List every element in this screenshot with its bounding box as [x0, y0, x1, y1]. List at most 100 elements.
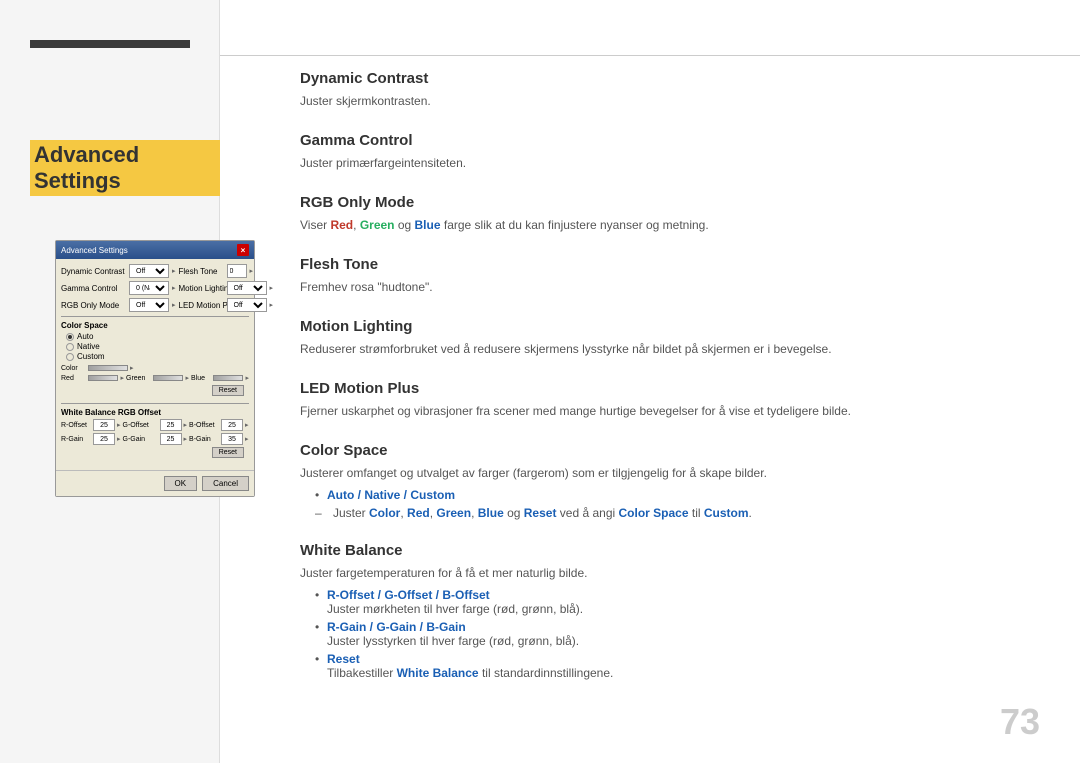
- wb-reset-button[interactable]: Reset: [212, 447, 244, 458]
- r-gain-input[interactable]: [93, 433, 115, 445]
- rgb-green-highlight: Green: [360, 218, 395, 232]
- led-motion-plus-select[interactable]: Off: [227, 298, 267, 312]
- b-offset-input[interactable]: [221, 419, 243, 431]
- radio-auto[interactable]: Auto: [66, 332, 249, 341]
- color-sliders: Color ▸ Red ▸ Green ▸ Blue ▸: [61, 364, 249, 382]
- color-space-desc: Justerer omfanget og utvalget av farger …: [300, 464, 1050, 482]
- b-offset-label: B-Offset: [189, 422, 219, 429]
- g-offset-input[interactable]: [160, 419, 182, 431]
- r-gain-arrow[interactable]: ▸: [117, 435, 121, 443]
- dialog-divider-2: [61, 403, 249, 404]
- radio-custom-label: Custom: [77, 352, 105, 361]
- flesh-tone-arrow[interactable]: ▸: [250, 267, 254, 275]
- blue-highlight-2: Blue: [478, 506, 504, 520]
- dynamic-contrast-arrow[interactable]: ▸: [172, 267, 176, 275]
- dynamic-contrast-label: Dynamic Contrast: [61, 267, 126, 276]
- rgb-only-mode-select[interactable]: Off: [129, 298, 169, 312]
- color-space-sub-bullets: Juster Color, Red, Green, Blue og Reset …: [315, 506, 1050, 520]
- ok-button[interactable]: OK: [164, 476, 198, 491]
- radio-native-label: Native: [77, 342, 100, 351]
- gamma-control-label: Gamma Control: [61, 284, 126, 293]
- gamma-control-heading: Gamma Control: [300, 132, 1050, 149]
- custom-highlight: Custom: [704, 506, 749, 520]
- g-offset-arrow[interactable]: ▸: [184, 421, 188, 429]
- flesh-tone-input[interactable]: [227, 264, 247, 278]
- g-gain-label: G-Gain: [123, 436, 158, 443]
- main-content: Dynamic Contrast Juster skjermkontrasten…: [300, 0, 1050, 702]
- color-space-reset-button[interactable]: Reset: [212, 385, 244, 396]
- color-slider-arrow[interactable]: ▸: [130, 364, 134, 372]
- green-slider-arrow[interactable]: ▸: [185, 374, 189, 382]
- green-slider-track[interactable]: [153, 375, 183, 381]
- flesh-tone-label: Flesh Tone: [179, 267, 224, 276]
- rgb-red-highlight: Red: [330, 218, 353, 232]
- green-label: Green: [126, 375, 151, 382]
- dialog-title: Advanced Settings: [61, 246, 128, 255]
- wb-reset-highlight: Reset: [327, 652, 360, 666]
- rgb-blue-highlight: Blue: [415, 218, 441, 232]
- motion-lighting-arrow[interactable]: ▸: [270, 284, 274, 292]
- wb-gain-desc: Juster lysstyrken til hver farge (rød, g…: [327, 634, 579, 648]
- flesh-tone-heading: Flesh Tone: [300, 256, 1050, 273]
- gamma-control-desc: Juster primærfargeintensiteten.: [300, 154, 1050, 172]
- section-flesh-tone: Flesh Tone Fremhev rosa "hudtone".: [300, 256, 1050, 296]
- b-gain-input[interactable]: [221, 433, 243, 445]
- motion-lighting-select[interactable]: Off: [227, 281, 267, 295]
- radio-custom[interactable]: Custom: [66, 352, 249, 361]
- wb-bullet-reset: Reset Tilbakestiller White Balance til s…: [315, 652, 1050, 680]
- rgb-only-mode-arrow[interactable]: ▸: [172, 301, 176, 309]
- radio-native-dot: [66, 343, 74, 351]
- left-panel: Advanced Settings Advanced Settings × Dy…: [0, 0, 220, 763]
- r-gain-highlight: R-Gain / G-Gain / B-Gain: [327, 620, 466, 634]
- radio-native[interactable]: Native: [66, 342, 249, 351]
- r-offset-input[interactable]: [93, 419, 115, 431]
- section-dynamic-contrast: Dynamic Contrast Juster skjermkontrasten…: [300, 70, 1050, 110]
- flesh-tone-desc: Fremhev rosa "hudtone".: [300, 278, 1050, 296]
- led-motion-plus-arrow[interactable]: ▸: [270, 301, 274, 309]
- white-balance-bullets: R-Offset / G-Offset / B-Offset Juster mø…: [315, 588, 1050, 680]
- color-space-radio-group: Auto Native Custom: [66, 332, 249, 361]
- dialog-close-button[interactable]: ×: [237, 244, 249, 256]
- motion-lighting-heading: Motion Lighting: [300, 318, 1050, 335]
- dynamic-contrast-select[interactable]: Off: [129, 264, 169, 278]
- color-space-highlight: Color Space: [619, 506, 689, 520]
- auto-native-custom-highlight: Auto / Native / Custom: [327, 488, 455, 502]
- section-gamma-control: Gamma Control Juster primærfargeintensit…: [300, 132, 1050, 172]
- radio-custom-dot: [66, 353, 74, 361]
- g-gain-input[interactable]: [160, 433, 182, 445]
- g-offset-label: G-Offset: [123, 422, 158, 429]
- r-offset-arrow[interactable]: ▸: [117, 421, 121, 429]
- red-slider-track[interactable]: [88, 375, 118, 381]
- radio-auto-label: Auto: [77, 332, 93, 341]
- dialog-row-2: Gamma Control 0 (Natural) ▸ Motion Light…: [61, 281, 249, 295]
- led-motion-plus-desc: Fjerner uskarphet og vibrasjoner fra sce…: [300, 402, 1050, 420]
- rgb-only-mode-desc: Viser Red, Green og Blue farge slik at d…: [300, 216, 1050, 234]
- dialog-screenshot: Advanced Settings × Dynamic Contrast Off…: [55, 240, 255, 497]
- blue-slider-arrow[interactable]: ▸: [245, 374, 249, 382]
- gamma-control-arrow[interactable]: ▸: [172, 284, 176, 292]
- blue-label: Blue: [191, 375, 211, 382]
- left-content: Advanced Settings Advanced Settings × Dy…: [30, 90, 220, 216]
- led-motion-plus-label: LED Motion Plus: [179, 301, 224, 310]
- section-motion-lighting: Motion Lighting Reduserer strømforbruket…: [300, 318, 1050, 358]
- wb-gain-row-1: R-Gain ▸ G-Gain ▸ B-Gain ▸: [61, 433, 249, 445]
- page-number: 73: [1000, 701, 1040, 743]
- dialog-row-1: Dynamic Contrast Off ▸ Flesh Tone ▸: [61, 264, 249, 278]
- b-offset-arrow[interactable]: ▸: [245, 421, 249, 429]
- b-gain-arrow[interactable]: ▸: [245, 435, 249, 443]
- color-space-section-title: Color Space: [61, 321, 249, 330]
- blue-slider-track[interactable]: [213, 375, 243, 381]
- red-slider-arrow[interactable]: ▸: [120, 374, 124, 382]
- dialog-body: Dynamic Contrast Off ▸ Flesh Tone ▸ Gamm…: [56, 259, 254, 470]
- motion-lighting-label: Motion Lighting: [179, 284, 224, 293]
- b-gain-label: B-Gain: [189, 436, 219, 443]
- dialog-row-3: RGB Only Mode Off ▸ LED Motion Plus Off …: [61, 298, 249, 312]
- wb-reset-desc: Tilbakestiller White Balance til standar…: [327, 666, 613, 680]
- gamma-control-select[interactable]: 0 (Natural): [129, 281, 169, 295]
- color-slider-track[interactable]: [88, 365, 128, 371]
- rgb-only-mode-heading: RGB Only Mode: [300, 194, 1050, 211]
- cancel-button[interactable]: Cancel: [202, 476, 249, 491]
- top-bar: [30, 40, 190, 48]
- g-gain-arrow[interactable]: ▸: [184, 435, 188, 443]
- color-label: Color: [61, 365, 86, 372]
